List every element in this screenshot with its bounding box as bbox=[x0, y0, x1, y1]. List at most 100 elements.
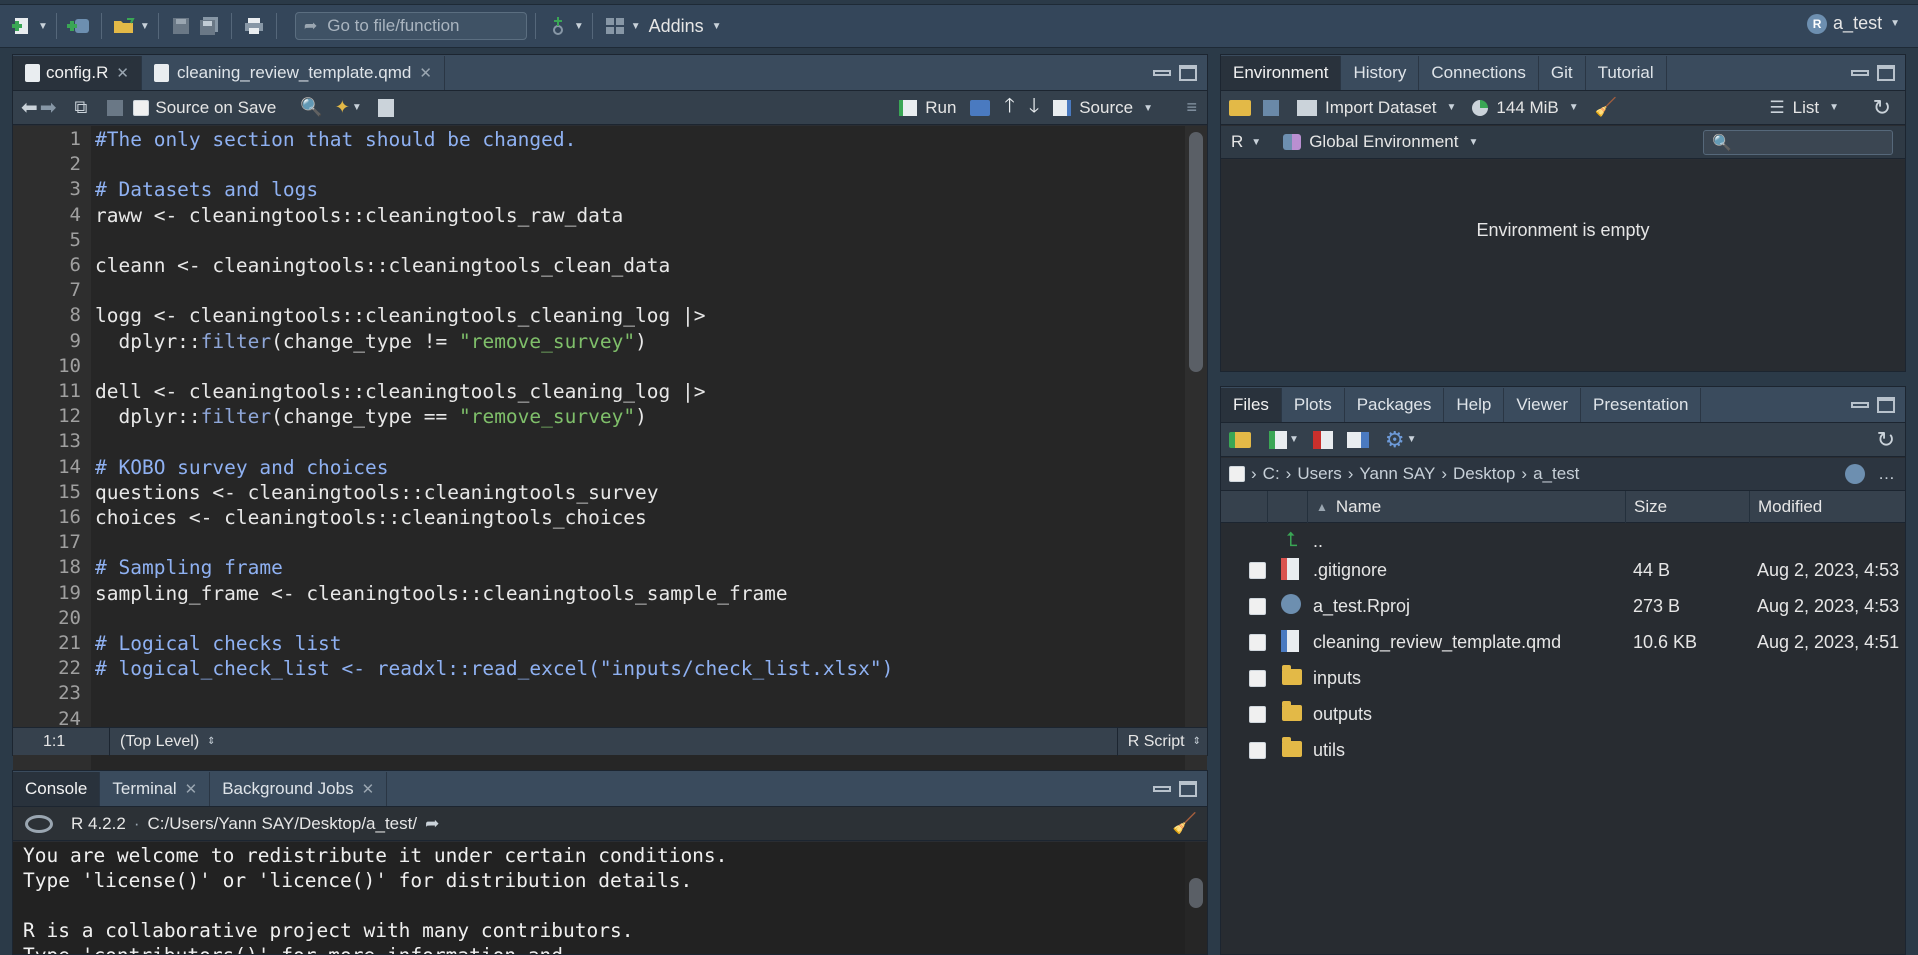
load-workspace-icon[interactable] bbox=[1229, 99, 1251, 116]
tab-background-jobs[interactable]: Background Jobs ✕ bbox=[210, 772, 388, 806]
go-down-icon[interactable]: 🡓 bbox=[1029, 91, 1039, 125]
close-icon[interactable]: ✕ bbox=[185, 780, 198, 798]
print-icon[interactable] bbox=[240, 13, 268, 39]
tab-plots[interactable]: Plots bbox=[1282, 388, 1345, 422]
console-scrollbar[interactable] bbox=[1185, 842, 1207, 954]
file-checkbox[interactable] bbox=[1249, 598, 1266, 615]
clear-workspace-icon[interactable]: 🧹 bbox=[1595, 97, 1617, 118]
minimize-icon[interactable] bbox=[1153, 70, 1171, 76]
editor-scrollbar[interactable] bbox=[1185, 126, 1207, 787]
more-gear-caret-icon[interactable]: ▼ bbox=[1407, 434, 1417, 445]
code-editor[interactable]: 1234567891011121314151617181920212223242… bbox=[13, 126, 1207, 787]
breadcrumb-item[interactable]: Desktop bbox=[1453, 464, 1515, 484]
close-icon[interactable]: ✕ bbox=[419, 64, 432, 82]
save-workspace-icon[interactable] bbox=[1263, 99, 1279, 116]
search-icon[interactable]: 🔍 bbox=[300, 97, 322, 118]
file-row[interactable]: a_test.Rproj 273 B Aug 2, 2023, 4:53 bbox=[1221, 588, 1905, 624]
refresh-icon[interactable]: ↻ bbox=[1877, 427, 1895, 453]
tab-history[interactable]: History bbox=[1341, 56, 1420, 90]
file-checkbox[interactable] bbox=[1249, 706, 1266, 723]
maximize-icon[interactable] bbox=[1877, 397, 1895, 413]
tab-git[interactable]: Git bbox=[1539, 56, 1586, 90]
new-file-caret-icon[interactable]: ▼ bbox=[38, 21, 48, 32]
save-all-icon[interactable] bbox=[195, 13, 223, 39]
go-up-icon[interactable]: 🡑 bbox=[1004, 91, 1014, 125]
workspace-panes-icon[interactable] bbox=[601, 13, 629, 39]
maximize-icon[interactable] bbox=[1877, 65, 1895, 81]
file-row[interactable]: outputs bbox=[1221, 696, 1905, 732]
select-all-checkbox[interactable] bbox=[1229, 466, 1245, 482]
tab-terminal[interactable]: Terminal ✕ bbox=[100, 772, 211, 806]
tab-presentation[interactable]: Presentation bbox=[1581, 388, 1702, 422]
tab-config-r[interactable]: config.R ✕ bbox=[13, 56, 142, 90]
project-menu[interactable]: R a_test ▼ bbox=[1807, 13, 1900, 34]
console-scroll-thumb[interactable] bbox=[1189, 878, 1203, 908]
tab-viewer[interactable]: Viewer bbox=[1504, 388, 1581, 422]
addins-menu[interactable]: Addins ▼ bbox=[649, 16, 722, 37]
tab-cleaning-review-template[interactable]: cleaning_review_template.qmd ✕ bbox=[142, 56, 445, 90]
filetype-selector[interactable]: R Script ⇕ bbox=[1116, 727, 1201, 756]
language-selector[interactable]: R ▼ bbox=[1231, 132, 1261, 152]
tab-help[interactable]: Help bbox=[1444, 388, 1505, 422]
maximize-icon[interactable] bbox=[1179, 65, 1197, 81]
breadcrumb-item[interactable]: C: bbox=[1263, 464, 1280, 484]
file-name[interactable]: cleaning_review_template.qmd bbox=[1313, 632, 1561, 653]
new-project-icon[interactable] bbox=[65, 13, 93, 39]
new-folder-icon[interactable] bbox=[1229, 431, 1251, 448]
tab-environment[interactable]: Environment bbox=[1221, 56, 1342, 90]
import-dataset-button[interactable]: Import Dataset ▼ bbox=[1297, 98, 1456, 118]
tab-console[interactable]: Console bbox=[13, 772, 101, 806]
file-checkbox[interactable] bbox=[1249, 562, 1266, 579]
maximize-icon[interactable] bbox=[1179, 781, 1197, 797]
save-icon[interactable] bbox=[167, 13, 195, 39]
file-row[interactable]: cleaning_review_template.qmd 10.6 KB Aug 2… bbox=[1221, 624, 1905, 660]
breadcrumb-item[interactable]: a_test bbox=[1533, 464, 1579, 484]
workspace-panes-caret-icon[interactable]: ▼ bbox=[631, 21, 641, 32]
view-mode-button[interactable]: ☰ List ▼ bbox=[1769, 98, 1839, 118]
source-on-save-checkbox[interactable] bbox=[133, 99, 150, 116]
console-output[interactable]: You are welcome to redistribute it under… bbox=[13, 842, 1207, 954]
column-modified[interactable]: Modified bbox=[1749, 491, 1905, 523]
environment-search-input[interactable]: 🔍 bbox=[1703, 130, 1893, 155]
file-checkbox[interactable] bbox=[1249, 670, 1266, 687]
compile-report-icon[interactable] bbox=[377, 98, 394, 117]
file-row[interactable]: utils bbox=[1221, 732, 1905, 768]
close-icon[interactable]: ✕ bbox=[116, 64, 129, 82]
scope-selector[interactable]: Global Environment ▼ bbox=[1283, 132, 1478, 152]
rerun-icon[interactable] bbox=[970, 100, 991, 116]
more-path-icon[interactable]: … bbox=[1878, 464, 1895, 484]
run-button[interactable]: Run bbox=[899, 98, 956, 118]
new-blank-file-caret-icon[interactable]: ▼ bbox=[1289, 434, 1299, 445]
minimize-icon[interactable] bbox=[1851, 70, 1869, 76]
open-file-icon[interactable] bbox=[110, 13, 138, 39]
working-directory[interactable]: C:/Users/Yann SAY/Desktop/a_test/ bbox=[147, 814, 417, 834]
vcs-icon[interactable] bbox=[544, 13, 572, 39]
file-checkbox[interactable] bbox=[1249, 742, 1266, 759]
tab-connections[interactable]: Connections bbox=[1419, 56, 1539, 90]
project-dir-icon[interactable] bbox=[1845, 464, 1865, 484]
outline-icon[interactable]: ≡ bbox=[1186, 97, 1197, 118]
open-file-caret-icon[interactable]: ▼ bbox=[140, 21, 150, 32]
goto-file-function-input[interactable]: ➦ Go to file/function bbox=[294, 12, 527, 40]
editor-scroll-thumb[interactable] bbox=[1189, 132, 1203, 372]
show-in-window-icon[interactable]: ⧉ bbox=[75, 97, 88, 118]
file-checkbox[interactable] bbox=[1249, 634, 1266, 651]
save-icon[interactable] bbox=[107, 99, 124, 116]
file-name[interactable]: outputs bbox=[1313, 704, 1372, 725]
more-gear-icon[interactable]: ⚙ bbox=[1385, 427, 1405, 453]
file-name[interactable]: utils bbox=[1313, 740, 1345, 761]
minimize-icon[interactable] bbox=[1851, 402, 1869, 408]
tab-files[interactable]: Files bbox=[1221, 388, 1282, 422]
tab-tutorial[interactable]: Tutorial bbox=[1586, 56, 1667, 90]
scope-selector[interactable]: (Top Level) ⇕ bbox=[109, 727, 216, 756]
refresh-icon[interactable]: ↻ bbox=[1873, 95, 1891, 121]
memory-usage-button[interactable]: 144 MiB ▼ bbox=[1472, 98, 1579, 118]
code-tools-caret-icon[interactable]: ▼ bbox=[352, 102, 362, 113]
source-button[interactable]: Source ▼ bbox=[1053, 98, 1153, 118]
minimize-icon[interactable] bbox=[1153, 786, 1171, 792]
new-blank-file-icon[interactable] bbox=[1269, 430, 1287, 449]
file-name[interactable]: .gitignore bbox=[1313, 560, 1387, 581]
goto-directory-icon[interactable]: ➦ bbox=[425, 814, 439, 834]
file-row[interactable]: .gitignore 44 B Aug 2, 2023, 4:53 bbox=[1221, 552, 1905, 588]
breadcrumb-item[interactable]: Yann SAY bbox=[1359, 464, 1435, 484]
